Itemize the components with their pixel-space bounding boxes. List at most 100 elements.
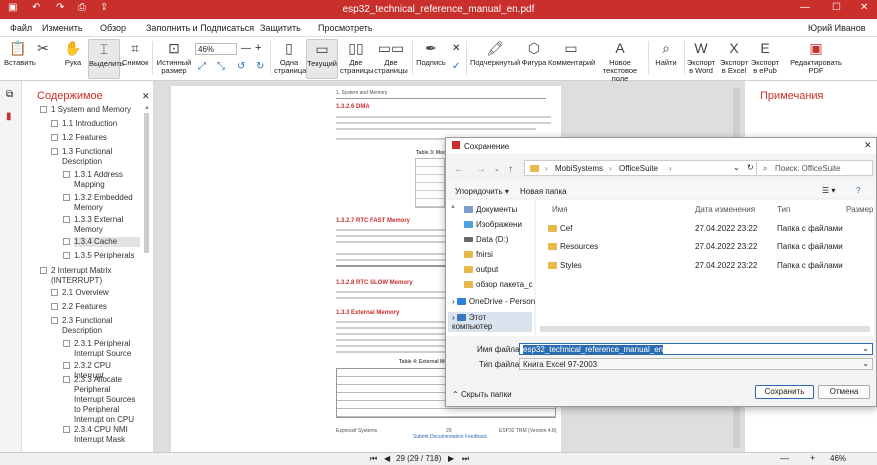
export-word-button[interactable]: W Экспорт в Word bbox=[686, 39, 716, 75]
path-dropdown-icon[interactable]: ⌄ bbox=[733, 163, 740, 172]
forward-icon[interactable]: → bbox=[476, 164, 486, 175]
next-page-icon[interactable]: ▶ bbox=[448, 454, 454, 463]
toc-item[interactable]: 1 System and Memory bbox=[40, 105, 139, 115]
filename-dropdown-icon[interactable]: ⌄ bbox=[862, 344, 869, 353]
nav-item-drive-d[interactable]: Data (D:) bbox=[464, 235, 508, 244]
nav-item-folder[interactable]: fnirsi bbox=[464, 250, 493, 259]
column-header-name[interactable]: Имя bbox=[552, 205, 568, 214]
edit-pdf-button[interactable]: ▣ Редактировать PDF bbox=[784, 39, 848, 75]
filename-input[interactable]: esp32_technical_reference_manual_en ⌄ bbox=[519, 343, 873, 355]
search-input[interactable]: ⌕ Поиск: OfficeSuite bbox=[756, 160, 873, 176]
toc-item[interactable]: 1.3.1 Address Mapping bbox=[63, 170, 140, 190]
rotate-right-icon[interactable]: ↻ bbox=[256, 61, 264, 72]
toc-item[interactable]: 1.3.5 Peripherals bbox=[63, 251, 140, 261]
toc-item[interactable]: 2.3.3 Allocate Peripheral Interrupt Sour… bbox=[63, 375, 140, 425]
column-header-type[interactable]: Тип bbox=[777, 205, 790, 214]
file-row[interactable]: Resources 27.04.2022 23:22 Папка с файла… bbox=[548, 242, 868, 251]
filetype-select[interactable]: Книга Excel 97-2003 ⌄ bbox=[519, 358, 873, 370]
continuous-button[interactable]: ▭ Текущий bbox=[306, 39, 338, 79]
hand-button[interactable]: ✋ Рука bbox=[60, 39, 86, 67]
pages-icon[interactable]: ⧉ bbox=[6, 89, 13, 100]
file-row[interactable]: Cef 27.04.2022 23:22 Папка с файлами bbox=[548, 224, 868, 233]
menu-view[interactable]: Обзор bbox=[100, 23, 126, 33]
two-pages-continuous-button[interactable]: ▭▭ Две страницы bbox=[374, 39, 408, 75]
rotate-left-icon[interactable]: ↺ bbox=[237, 61, 245, 72]
toc-item[interactable]: 2.1 Overview bbox=[51, 288, 140, 298]
menu-file[interactable]: Файл bbox=[10, 23, 32, 33]
refresh-icon[interactable]: ↻ bbox=[747, 163, 754, 172]
breadcrumb-item[interactable]: OfficeSuite bbox=[619, 164, 658, 173]
menu-edit[interactable]: Изменить bbox=[42, 23, 83, 33]
toc-item[interactable]: 1.3 Functional Description bbox=[51, 147, 140, 167]
help-icon[interactable]: ? bbox=[856, 186, 860, 195]
dialog-close-icon[interactable]: ✕ bbox=[864, 140, 872, 151]
first-page-icon[interactable]: ⏮ bbox=[370, 454, 377, 464]
nav-item-folder[interactable]: обзор пакета_с bbox=[464, 280, 533, 289]
toc-item[interactable]: 2.3.1 Peripheral Interrupt Source bbox=[63, 339, 140, 359]
toc-item[interactable]: 1.1 Introduction bbox=[51, 119, 140, 129]
menu-review[interactable]: Просмотреть bbox=[318, 23, 373, 33]
toc-close-icon[interactable]: ✕ bbox=[142, 91, 150, 102]
organize-button[interactable]: Упорядочить ▾ bbox=[455, 187, 509, 196]
column-header-size[interactable]: Размер bbox=[846, 205, 874, 214]
user-name[interactable]: Юрий Иванов bbox=[808, 23, 866, 33]
address-bar[interactable]: › MobiSystems › OfficeSuite › ⌄ ↻ bbox=[524, 160, 759, 176]
filetype-dropdown-icon[interactable]: ⌄ bbox=[862, 359, 869, 368]
feedback-link[interactable]: Submit Documentation Feedback bbox=[413, 434, 487, 440]
hide-folders-toggle[interactable]: ⌃ Скрыть папки bbox=[452, 390, 512, 399]
cut-button[interactable]: ✂ bbox=[36, 39, 50, 59]
select-button[interactable]: ⌶ Выделить bbox=[88, 39, 124, 79]
export-epub-button[interactable]: E Экспорт в ePub bbox=[750, 39, 780, 75]
save-button[interactable]: Сохранить bbox=[755, 385, 814, 399]
toc-item[interactable]: 1.3.3 External Memory bbox=[63, 215, 140, 235]
menu-fill-sign[interactable]: Заполнить и Подписаться bbox=[146, 23, 254, 33]
nav-item-folder[interactable]: output bbox=[464, 265, 498, 274]
toc-item[interactable]: 2.2 Features bbox=[51, 302, 140, 312]
breadcrumb-item[interactable]: MobiSystems bbox=[555, 164, 603, 173]
zoom-in-icon[interactable]: + bbox=[255, 42, 261, 54]
comment-button[interactable]: ▭ Комментарий bbox=[548, 39, 595, 67]
zoom-select[interactable]: 46% bbox=[195, 43, 237, 55]
paste-button[interactable]: 📋 Вставить bbox=[4, 39, 36, 67]
back-icon[interactable]: ← bbox=[454, 164, 464, 175]
view-options-icon[interactable]: ☰ ▾ bbox=[822, 186, 835, 195]
scroll-up-icon[interactable]: ▲ bbox=[450, 204, 456, 210]
toc-item-selected[interactable]: 1.3.4 Cache bbox=[63, 237, 140, 247]
horizontal-scrollbar[interactable] bbox=[540, 326, 870, 332]
history-chevron-icon[interactable]: ⌄ bbox=[494, 165, 500, 173]
zoom-in-status-icon[interactable]: + bbox=[810, 453, 815, 463]
page-indicator[interactable]: 29 (29 / 718) bbox=[396, 454, 441, 463]
snapshot-button[interactable]: ⌗ Снимок bbox=[122, 39, 148, 67]
export-excel-button[interactable]: X Экспорт в Excel bbox=[718, 39, 750, 75]
fit-width-icon[interactable]: ⤢ bbox=[198, 61, 206, 72]
find-button[interactable]: ⌕ Найти bbox=[652, 39, 680, 67]
toc-item[interactable]: 2 Interrupt Matrix (INTERRUPT) bbox=[40, 266, 139, 286]
menu-protect[interactable]: Защитить bbox=[260, 23, 301, 33]
nav-item-this-pc[interactable]: › Этот компьютер bbox=[448, 312, 532, 332]
underline-button[interactable]: 🖍 Подчеркнутый bbox=[470, 39, 520, 67]
check-mark-icon[interactable]: ✓ bbox=[452, 61, 460, 72]
scroll-up-icon[interactable]: ▲ bbox=[144, 105, 150, 111]
actual-size-button[interactable]: ⊡ Истинный размер bbox=[156, 39, 192, 75]
maximize-icon[interactable]: ☐ bbox=[832, 2, 841, 13]
nav-item-documents[interactable]: Документы bbox=[464, 205, 517, 214]
close-icon[interactable]: ✕ bbox=[860, 2, 868, 13]
file-row[interactable]: Styles 27.04.2022 23:22 Папка с файлами bbox=[548, 261, 868, 270]
nav-item-pictures[interactable]: Изображени bbox=[464, 220, 522, 229]
prev-page-icon[interactable]: ◀ bbox=[384, 454, 390, 463]
minimize-icon[interactable]: — bbox=[800, 2, 810, 13]
up-icon[interactable]: ↑ bbox=[508, 164, 513, 175]
last-page-icon[interactable]: ⏭ bbox=[462, 454, 469, 464]
zoom-out-status-icon[interactable]: — bbox=[780, 453, 789, 463]
text-field-button[interactable]: A Новое текстовое поле bbox=[596, 39, 644, 83]
toc-item[interactable]: 2.3.4 CPU NMI Interrupt Mask bbox=[63, 425, 140, 445]
bookmark-icon[interactable]: ▮ bbox=[6, 111, 12, 122]
two-pages-button[interactable]: ▯▯ Две страницы bbox=[340, 39, 374, 75]
toc-item[interactable]: 2.3 Functional Description bbox=[51, 316, 140, 336]
single-page-button[interactable]: ▯ Одна страница bbox=[274, 39, 306, 75]
fit-page-icon[interactable]: ⤡ bbox=[217, 61, 225, 72]
cross-mark-icon[interactable]: ✕ bbox=[452, 43, 460, 54]
column-header-date[interactable]: Дата изменения bbox=[695, 205, 755, 214]
nav-item-onedrive[interactable]: › OneDrive - Person bbox=[452, 297, 535, 306]
zoom-out-icon[interactable]: — bbox=[241, 43, 251, 54]
